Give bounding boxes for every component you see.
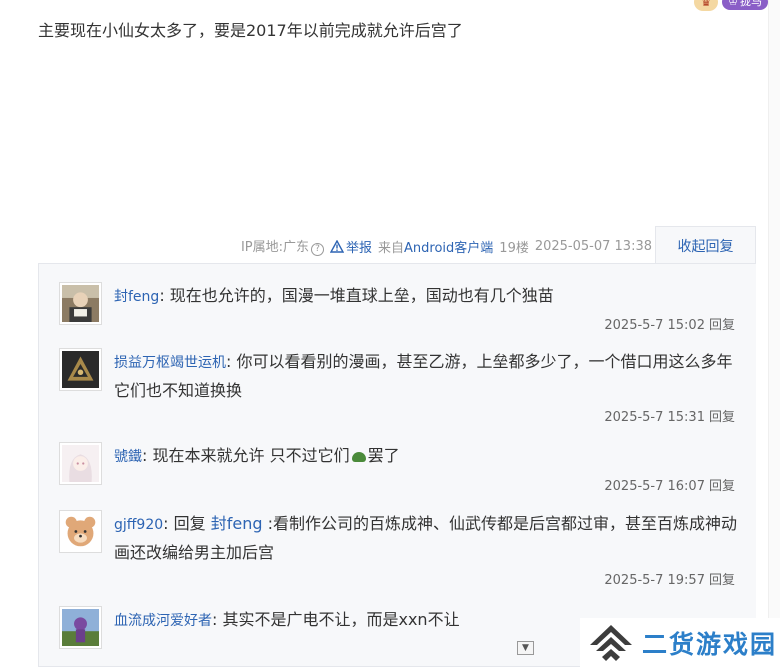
anime-avatar[interactable]	[59, 442, 102, 485]
badge-label: 拢马	[740, 0, 762, 8]
mention-link[interactable]: 封feng	[211, 514, 263, 533]
reply-button[interactable]: 回复	[709, 479, 735, 494]
reply-username[interactable]: 號鐵	[114, 449, 142, 465]
title-badge: ♔ 拢马	[722, 0, 768, 10]
reply-panel: 封feng: 现在也允许的，国漫一堆直球上垒，国动也有几个独苗 2025-5-7…	[38, 263, 756, 667]
watermark-text: 二货游戏园	[642, 629, 778, 659]
reply-button[interactable]: 回复	[709, 573, 735, 588]
reply-time: 2025-5-7 15:31	[604, 410, 705, 425]
floor-number: 19楼	[499, 240, 529, 256]
reply-text: 號鐵: 现在本来就允许 只不过它们 罢了	[114, 442, 739, 471]
reply-content: 其实不是广电不让，而是xxn不让	[222, 610, 460, 629]
reply-word: 回复	[173, 514, 206, 533]
portrait-avatar-image	[62, 285, 99, 322]
ip-location-text: IP属地:广东	[240, 240, 309, 255]
landscape-avatar[interactable]	[59, 606, 102, 649]
reply-meta: 2025-5-7 16:07 回复	[604, 475, 735, 494]
crown-icon: ♔	[728, 0, 738, 8]
warning-icon	[330, 239, 344, 253]
help-icon[interactable]: ?	[311, 243, 324, 256]
reply-username[interactable]: 损益万枢竭世运机	[114, 355, 226, 371]
reply-username[interactable]: 血流成河爱好者	[114, 613, 212, 629]
reply-colon: :	[163, 514, 174, 533]
reply-text: 封feng: 现在也允许的，国漫一堆直球上垒，国动也有几个独苗	[114, 282, 739, 311]
collapse-label: 收起回复	[677, 238, 734, 255]
reply-text: gjff920: 回复 封feng :看制作公司的百炼成神、仙武传都是后宫都过审…	[114, 510, 739, 566]
reply-text: 损益万枢竭世运机: 你可以看看别的漫画，甚至乙游，上垒都多少了，一个借口用这么多…	[114, 348, 739, 404]
post-timestamp: 2025-05-07 13:38	[534, 238, 652, 254]
report-link[interactable]: 举报	[330, 237, 372, 256]
post-source: 来自Android客户端	[378, 237, 493, 256]
reply-username[interactable]: gjff920	[114, 517, 163, 533]
reply-meta: 2025-5-7 19:57 回复	[604, 569, 735, 588]
reply-time: 2025-5-7 19:57	[604, 573, 705, 588]
bear-avatar-image	[62, 513, 99, 550]
reply-colon: :	[159, 286, 170, 305]
reply-time: 2025-5-7 16:07	[604, 479, 705, 494]
watermark: 二货游戏园	[580, 618, 780, 667]
reply-colon: :	[212, 610, 223, 629]
anime-avatar-image	[62, 445, 99, 482]
reply-username[interactable]: 封feng	[114, 289, 159, 305]
reply-button[interactable]: 回复	[709, 410, 735, 425]
level-icon: ♛	[694, 0, 719, 11]
user-badges: ♛ ♔ 拢马	[694, 0, 768, 12]
reply-time: 2025-5-7 15:02	[604, 318, 705, 333]
landscape-avatar-image	[62, 609, 99, 646]
turtle-emoji-icon	[351, 451, 366, 462]
bear-avatar[interactable]	[59, 510, 102, 553]
collapse-replies-button[interactable]: 收起回复	[655, 226, 756, 264]
reply-meta: 2025-5-7 15:31 回复	[604, 406, 735, 425]
reply-colon: :	[142, 446, 153, 465]
emblem-avatar[interactable]	[59, 348, 102, 391]
emblem-avatar-image	[62, 351, 99, 388]
reply-content: 现在本来就允许 只不过它们	[152, 446, 350, 465]
portrait-avatar[interactable]	[59, 282, 102, 325]
report-label: 举报	[346, 240, 373, 256]
post-content: 主要现在小仙女太多了，要是2017年以前完成就允许后宫了	[38, 21, 463, 40]
source-prefix: 来自	[378, 240, 405, 256]
scrollbar[interactable]	[768, 0, 780, 667]
reply-content-end: 罢了	[367, 446, 400, 465]
watermark-logo-icon	[590, 624, 632, 661]
reply-content: :看制作公司的百炼成神、仙武传都是后宫都过审，甚至百炼成神动画还改编给男主加后宫	[114, 514, 738, 562]
post-meta: IP属地:广东? 举报 来自Android客户端 19楼 2025-05-07 …	[241, 236, 652, 256]
reply-content: 现在也允许的，国漫一堆直球上垒，国动也有几个独苗	[169, 286, 554, 305]
reply-colon: :	[226, 352, 237, 371]
chevron-down-icon[interactable]: ▼	[517, 641, 534, 655]
ip-location: IP属地:广东?	[241, 236, 324, 256]
reply-button[interactable]: 回复	[709, 318, 735, 333]
source-link[interactable]: Android客户端	[404, 241, 493, 256]
reply-meta: 2025-5-7 15:02 回复	[604, 314, 735, 333]
